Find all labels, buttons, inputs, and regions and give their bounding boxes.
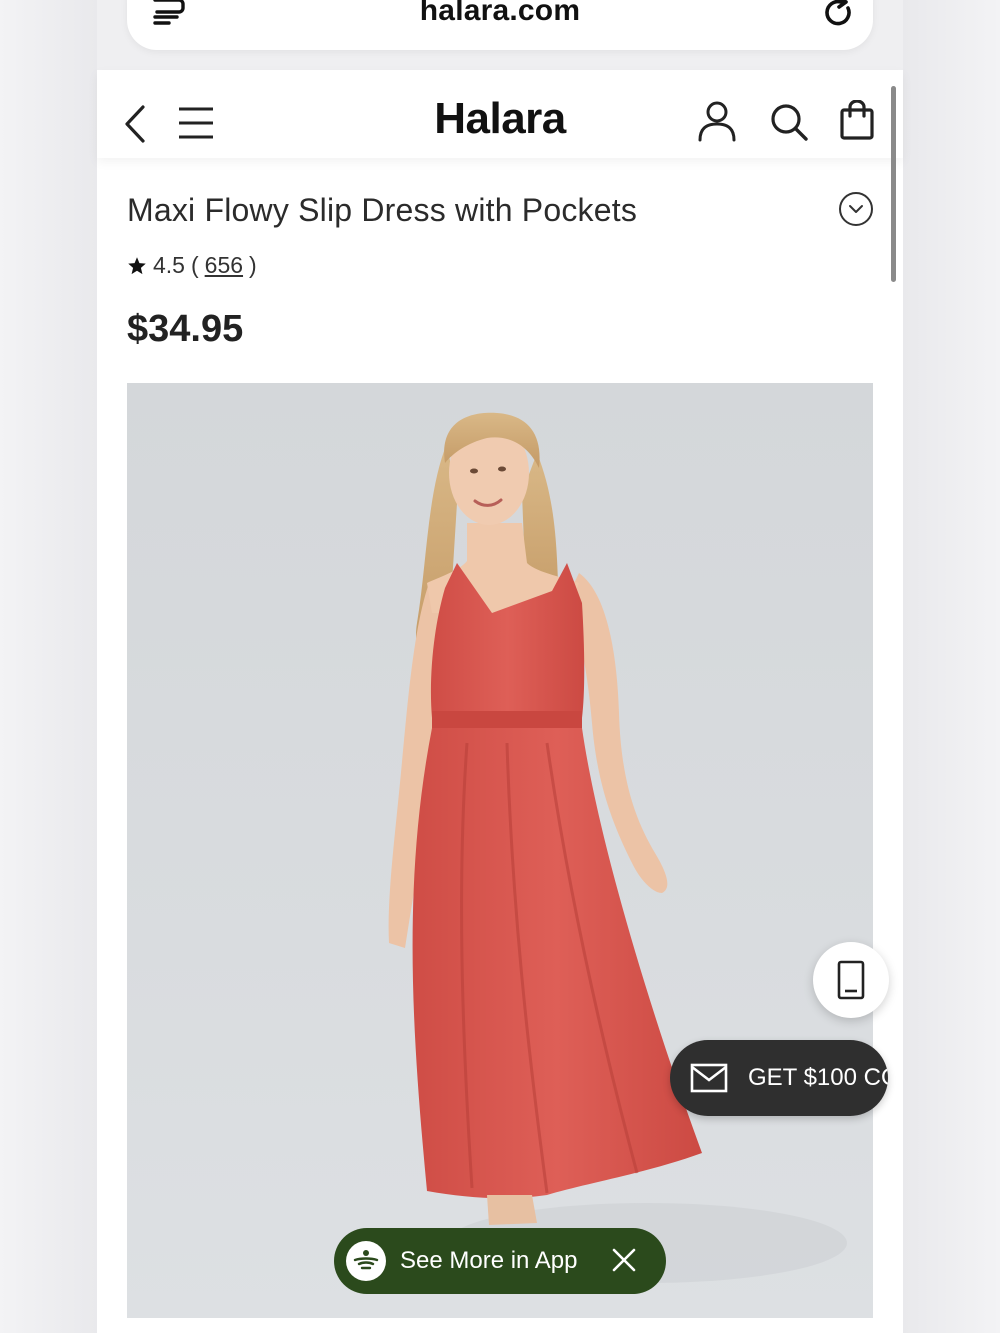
star-icon xyxy=(128,256,146,274)
search-icon[interactable] xyxy=(769,102,809,142)
product-price: $34.95 xyxy=(127,308,244,350)
app-logo-icon xyxy=(346,1241,386,1281)
page-scrollbar[interactable] xyxy=(891,86,896,282)
review-open-paren: ( xyxy=(190,252,199,278)
background-right xyxy=(903,0,1000,1333)
review-close-paren: ) xyxy=(249,252,257,278)
close-icon[interactable] xyxy=(612,1248,636,1272)
background-left xyxy=(0,0,97,1333)
chevron-down-icon[interactable] xyxy=(838,191,874,227)
coupon-button[interactable]: GET $100 CO xyxy=(670,1040,888,1116)
coupon-label: GET $100 CO xyxy=(748,1064,888,1091)
product-page: Halara Maxi Flowy Slip Dress with Pocket… xyxy=(97,70,903,1333)
product-title: Maxi Flowy Slip Dress with Pockets xyxy=(127,192,638,228)
device-button[interactable] xyxy=(813,942,889,1018)
reload-icon[interactable] xyxy=(821,0,855,28)
browser-url-bar[interactable]: halara.com xyxy=(127,0,873,50)
mail-icon xyxy=(690,1063,728,1093)
phone-icon xyxy=(837,960,865,1000)
site-header: Halara xyxy=(97,70,903,158)
product-image[interactable] xyxy=(127,383,873,1318)
open-app-banner[interactable]: See More in App xyxy=(334,1228,666,1294)
dress-model-illustration xyxy=(388,412,847,1283)
rating-value: 4.5 xyxy=(153,252,185,278)
product-rating: 4.5 ( 656 ) xyxy=(127,252,257,279)
review-count-link[interactable]: 656 xyxy=(205,252,243,279)
url-text[interactable]: halara.com xyxy=(127,0,873,50)
app-banner-label: See More in App xyxy=(400,1247,578,1274)
account-icon[interactable] xyxy=(697,100,737,142)
bag-icon[interactable] xyxy=(839,100,875,140)
